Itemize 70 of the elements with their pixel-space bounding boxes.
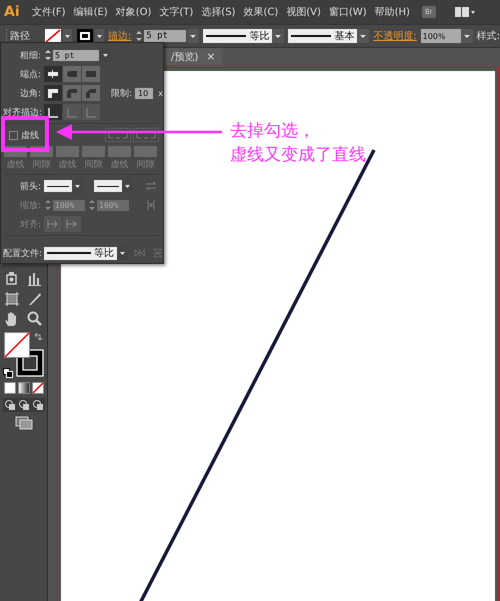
flip-vertical-icon (152, 248, 163, 258)
menu-item[interactable]: 视图(V) (282, 5, 325, 19)
cap-icon[interactable] (46, 68, 60, 80)
artboard-icon[interactable] (3, 290, 21, 308)
annotation-text: 去掉勾选， (230, 120, 316, 143)
field-label: 箭头: (18, 180, 41, 192)
workspace-button[interactable] (454, 6, 476, 18)
field-label: 对齐描边: (2, 106, 43, 118)
fill-color-swatch (4, 332, 30, 358)
style-label: 样式: (476, 30, 500, 43)
stroke-swatch[interactable] (76, 28, 104, 44)
field-label: 对齐: (18, 218, 41, 230)
opacity-link[interactable]: 不透明度: (373, 29, 417, 43)
link-icon (145, 199, 157, 211)
align-stroke-icon[interactable] (46, 106, 60, 118)
color-mode-icon (4, 382, 16, 394)
gradient-mode-icon (18, 382, 30, 394)
field-label: 虚线 (6, 158, 24, 171)
spinner-arrows-icon (135, 29, 144, 43)
app-logo: Ai (4, 4, 21, 20)
field-label: 缩放: (18, 200, 41, 212)
highlight-frame (1, 116, 49, 152)
field-label: 间隙 (84, 158, 102, 171)
spinner-arrows-icon (88, 198, 96, 212)
dashed-line-checkbox[interactable]: 虚线 (9, 128, 39, 142)
opacity-field[interactable]: 100% (420, 29, 473, 43)
draw-inside-icon (32, 399, 44, 411)
field-label: 间隙 (136, 158, 154, 171)
menu-item[interactable]: 帮助(H) (370, 5, 414, 19)
swap-arrows-icon (145, 181, 157, 191)
brush-dropdown[interactable]: 基本 (288, 29, 370, 43)
zoom-icon[interactable] (26, 310, 44, 328)
menu-item[interactable]: 编辑(E) (70, 5, 112, 19)
close-button[interactable]: × (206, 50, 216, 63)
menu-item[interactable]: 选择(S) (197, 5, 240, 19)
spinner-arrows-icon (44, 198, 52, 212)
swap-arrow-icon (32, 332, 42, 342)
menu-item[interactable]: 文字(T) (155, 5, 198, 19)
stroke-weight-field[interactable]: 5 pt (44, 48, 111, 62)
menu-item[interactable]: 文件(F) (28, 5, 70, 19)
arrowhead-dropdown[interactable] (94, 180, 133, 192)
default-colors-icon (2, 368, 12, 378)
annotation-text: 虚线又变成了直线 (230, 144, 366, 167)
limit-field[interactable]: 10 (135, 88, 154, 98)
draw-normal-icon (4, 399, 16, 411)
profile-dropdown[interactable]: 等比 (44, 246, 128, 260)
menu-item[interactable]: 效果(C) (239, 5, 282, 19)
limit-label: 限制: (111, 88, 132, 100)
field-label: 虚线 (110, 158, 128, 171)
stroke-weight-field[interactable]: 5 pt (135, 29, 200, 43)
field-label: 配置文件: (2, 248, 42, 260)
spinner-arrows-icon (44, 48, 52, 62)
document-tab[interactable]: /预览) × (165, 48, 222, 65)
stroke-link[interactable]: 描边: (108, 29, 132, 43)
menu-item[interactable]: 窗口(W) (324, 5, 371, 19)
bar-graph-icon[interactable] (26, 270, 44, 288)
arrowhead-dropdown[interactable] (44, 180, 83, 192)
corner-icon[interactable] (46, 87, 60, 99)
field-label: 端点: (18, 68, 41, 80)
field-label: 粗细: (18, 50, 41, 62)
flip-horizontal-icon (134, 248, 146, 258)
unit-label: x (158, 88, 163, 98)
draw-behind-icon (18, 399, 30, 411)
screen-mode-icon (14, 416, 32, 430)
none-mode-icon (32, 382, 44, 394)
field-label: 虚线 (58, 158, 76, 171)
variable-width-dropdown[interactable]: 等比 (203, 29, 284, 43)
menu-item[interactable]: 对象(O) (112, 5, 156, 19)
field-label: 边角: (18, 88, 41, 100)
field-label: 间隙 (32, 158, 50, 171)
